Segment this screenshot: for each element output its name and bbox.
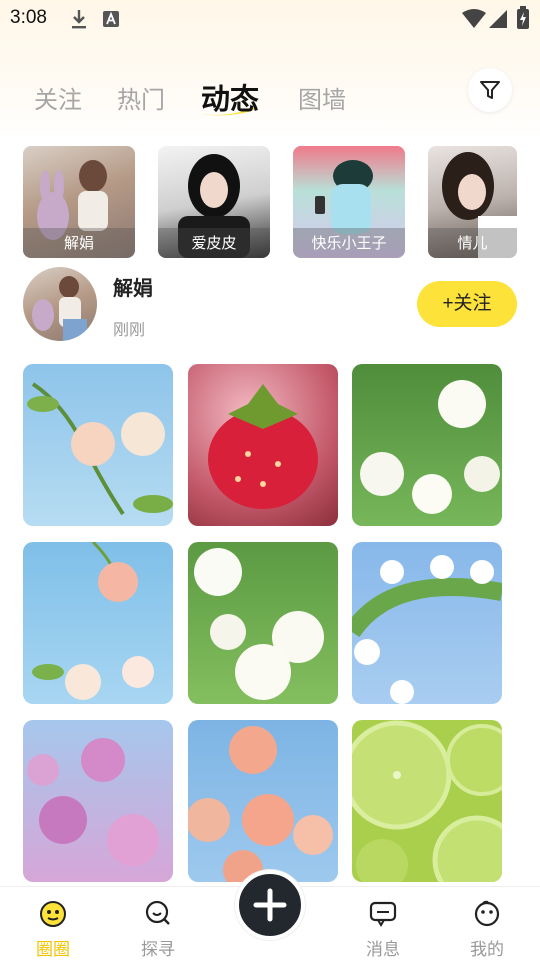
story-item[interactable]: 情儿 xyxy=(428,146,517,258)
nav-label: 探寻 xyxy=(141,940,175,960)
status-bar: 3:08 xyxy=(0,0,540,40)
post-image-white-roses[interactable] xyxy=(352,364,502,526)
filter-icon xyxy=(480,81,500,99)
tab-following[interactable]: 关注 xyxy=(34,80,82,115)
wifi-icon xyxy=(462,9,486,28)
story-name: 爱皮皮 xyxy=(158,228,270,258)
story-item[interactable]: 解娟 xyxy=(23,146,135,258)
story-name: 情儿 xyxy=(428,228,517,258)
font-icon xyxy=(103,11,119,27)
message-icon xyxy=(369,901,397,927)
avatar-image xyxy=(32,276,87,341)
battery-icon xyxy=(517,6,529,29)
tab-dynamic[interactable]: 动态 xyxy=(201,76,259,118)
image-content xyxy=(352,720,502,882)
nav-label: 圈圈 xyxy=(36,940,70,960)
post-image-white-rose-arch[interactable] xyxy=(352,542,502,704)
plus-icon xyxy=(253,888,287,922)
nav-item-explore[interactable]: 探寻 xyxy=(118,887,198,960)
tab-hot[interactable]: 热门 xyxy=(117,80,165,115)
image-content xyxy=(27,382,173,516)
nav-item-circles[interactable]: 圈圈 xyxy=(13,887,93,960)
image-content xyxy=(32,542,154,700)
profile-face-icon xyxy=(474,900,500,927)
image-content xyxy=(188,726,333,882)
search-icon xyxy=(145,900,170,925)
story-name: 解娟 xyxy=(23,228,135,258)
image-content xyxy=(208,384,318,509)
download-icon xyxy=(72,10,86,29)
post-username[interactable]: 解娟 xyxy=(113,272,153,301)
nav-label: 我的 xyxy=(470,940,504,960)
circle-face-icon xyxy=(40,901,66,927)
post-image-rose-sky[interactable] xyxy=(23,364,173,526)
post-timestamp: 刚刚 xyxy=(113,320,146,339)
status-time: 3:08 xyxy=(10,7,47,28)
image-content xyxy=(360,380,500,514)
follow-button[interactable]: +关注 xyxy=(417,281,517,327)
post-image-strawberry[interactable] xyxy=(188,364,338,526)
story-name: 快乐小王子 xyxy=(293,228,405,258)
avatar[interactable] xyxy=(23,267,97,341)
tab-picture-wall[interactable]: 图墙 xyxy=(298,80,346,115)
nav-item-profile[interactable]: 我的 xyxy=(447,887,527,960)
image-content xyxy=(194,548,324,700)
post-image-pink-rose-sky[interactable] xyxy=(23,542,173,704)
image-content xyxy=(27,738,159,866)
post-image-purple-roses[interactable] xyxy=(23,720,173,882)
image-content xyxy=(352,555,502,704)
filter-button[interactable] xyxy=(468,68,512,112)
post-image-lime-slices[interactable] xyxy=(352,720,502,882)
story-item[interactable]: 爱皮皮 xyxy=(158,146,270,258)
post-image-pink-roses[interactable] xyxy=(188,720,338,882)
post-image-white-flowers[interactable] xyxy=(188,542,338,704)
signal-icon xyxy=(489,10,507,28)
create-post-button[interactable] xyxy=(235,870,305,940)
nav-item-messages[interactable]: 消息 xyxy=(343,887,423,960)
story-item[interactable]: 快乐小王子 xyxy=(293,146,405,258)
nav-label: 消息 xyxy=(366,940,400,960)
